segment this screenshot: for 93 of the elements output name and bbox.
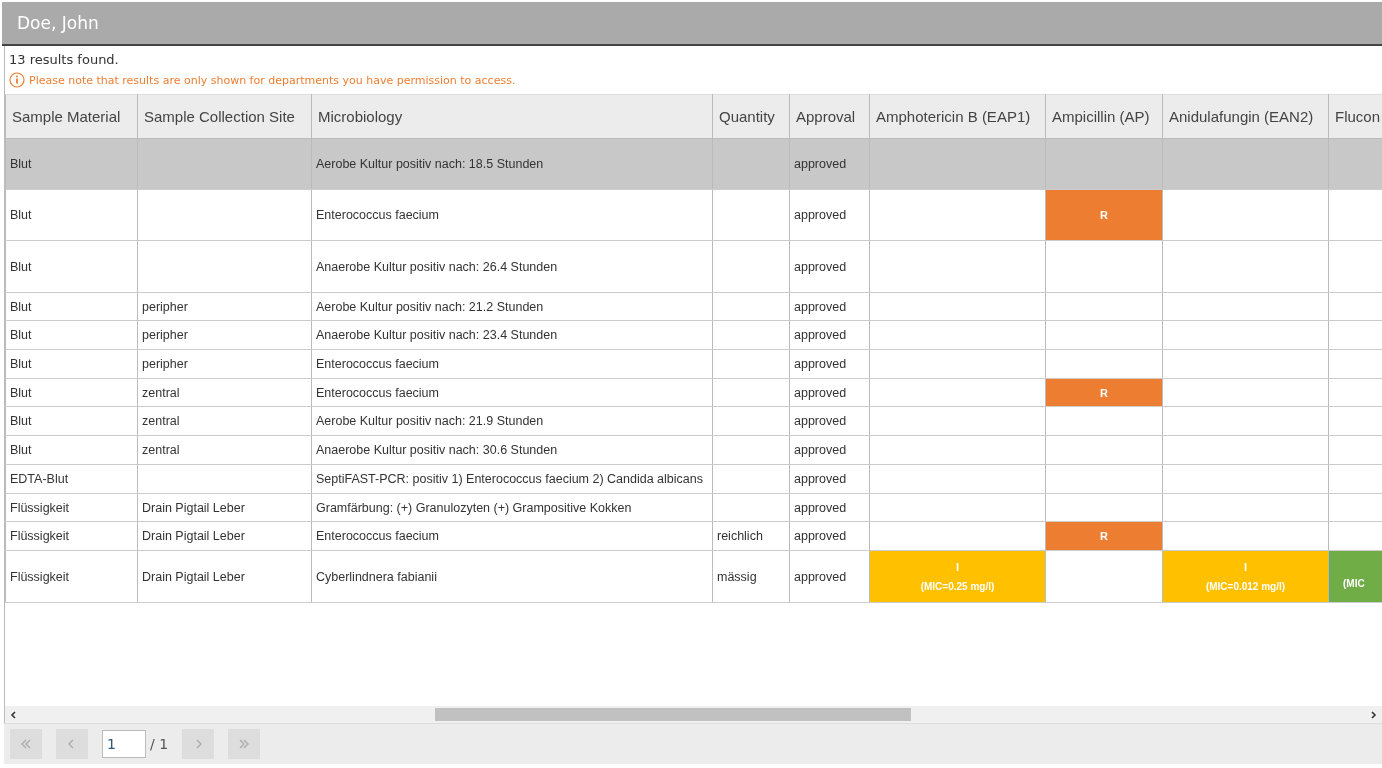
previous-page-button[interactable] [56,729,88,759]
table-row[interactable]: Blut peripher Anaerobe Kultur positiv nach: 23.4 Stunden approved [5,320,1382,350]
table-cell: Drain Pigtail Leber [137,550,312,603]
table-cell: Aerobe Kultur positiv nach: 21.2 Stunden [311,292,713,321]
table-cell: Blut [5,349,138,379]
page-title: Doe, John [16,12,99,33]
info-icon [9,72,25,88]
first-page-icon [20,738,32,750]
table-cell: Cyberlindnera fabianii [311,550,713,603]
column-header[interactable]: Flucon [1328,94,1382,139]
table-row[interactable]: Flüssigkeit Drain Pigtail Leber Gramfärbung: (+) Granulozyten (+) Grampositive Kokken approved [5,493,1382,522]
table-cell: Anaerobe Kultur positiv nach: 26.4 Stunden [311,240,713,293]
column-header[interactable]: Amphotericin B (EAP1) [869,94,1046,139]
table-row[interactable]: Flüssigkeit Drain Pigtail Leber Cyberlindnera fabianii mässig approved I (MIC=0.25 mg/l) I (MIC=0.012 mg/l) (MIC [5,550,1382,603]
table-cell: SeptiFAST-PCR: positiv 1) Enterococcus faecium 2) Candida albicans [311,464,713,494]
last-page-icon [238,738,251,750]
table-cell: peripher [137,349,312,379]
table-row[interactable]: Blut zentral Anaerobe Kultur positiv nach: 30.6 Stunden approved [5,435,1382,465]
table-row[interactable]: Blut peripher Enterococcus faecium approved [5,349,1382,379]
table-cell: Blut [5,292,138,321]
table-cell: approved [789,320,870,350]
scroll-right-icon[interactable] [1368,709,1378,720]
table-cell: Blut [5,189,138,241]
susceptibility-cell: R [1045,521,1163,551]
table-cell: EDTA-Blut [5,464,138,494]
table-cell: approved [789,464,870,494]
table-cell: approved [789,406,870,436]
column-header[interactable]: Ampicillin (AP) [1045,94,1163,139]
column-header[interactable]: Quantity [712,94,790,139]
table-cell: Flüssigkeit [5,493,138,522]
permission-notice: Please note that results are only shown for departments you have permission to access. [29,73,516,87]
table-cell: Aerobe Kultur positiv nach: 21.9 Stunden [311,406,713,436]
column-header[interactable]: Anidulafungin (EAN2) [1162,94,1329,139]
susceptibility-cell: (MIC [1328,550,1382,603]
table-cell: mässig [712,550,790,603]
last-page-button[interactable] [228,729,261,759]
table-cell: Flüssigkeit [5,521,138,551]
table-cell: zentral [137,406,312,436]
table-cell: Anaerobe Kultur positiv nach: 23.4 Stunden [311,320,713,350]
table-cell: Enterococcus faecium [311,349,713,379]
table-cell: Blut [5,138,138,190]
table-cell: approved [789,435,870,465]
table-cell: Aerobe Kultur positiv nach: 18.5 Stunden [311,138,713,190]
table-row[interactable]: Blut Aerobe Kultur positiv nach: 18.5 Stunden approved [5,138,1382,190]
table-cell: Blut [5,378,138,407]
table-cell: Blut [5,240,138,293]
page-total: / 1 [150,736,169,752]
susceptibility-cell: I (MIC=0.012 mg/l) [1162,550,1329,603]
column-header[interactable]: Approval [789,94,870,139]
result-count: 13 results found. [8,51,120,69]
table-row[interactable]: EDTA-Blut SeptiFAST-PCR: positiv 1) Enterococcus faecium 2) Candida albicans approved [5,464,1382,494]
table-cell: Drain Pigtail Leber [137,493,312,522]
table-cell: Blut [5,406,138,436]
column-header[interactable]: Microbiology [311,94,713,139]
susceptibility-cell: I (MIC=0.25 mg/l) [869,550,1046,603]
table-cell: reichlich [712,521,790,551]
susceptibility-cell: R [1045,189,1163,241]
horizontal-scrollbar[interactable] [4,706,1382,723]
table-row[interactable]: Flüssigkeit Drain Pigtail Leber Enterococcus faecium reichlich approved R [5,521,1382,551]
table-cell: approved [789,521,870,551]
table-cell: Enterococcus faecium [311,378,713,407]
table-cell: approved [789,292,870,321]
table-cell: Enterococcus faecium [311,521,713,551]
table-cell: zentral [137,435,312,465]
table-cell: Drain Pigtail Leber [137,521,312,551]
column-header[interactable]: Sample Collection Site [137,94,312,139]
next-page-button[interactable] [182,729,215,759]
table-cell: peripher [137,292,312,321]
table-cell: approved [789,189,870,241]
table-row[interactable]: Blut zentral Enterococcus faecium approved R [5,378,1382,407]
table-cell: approved [789,550,870,603]
table-cell: approved [789,493,870,522]
susceptibility-cell: R [1045,378,1163,407]
table-cell: Gramfärbung: (+) Granulozyten (+) Grampositive Kokken [311,493,713,522]
table-cell: Flüssigkeit [5,550,138,603]
table-cell: Blut [5,320,138,350]
table-row[interactable]: Blut zentral Aerobe Kultur positiv nach: 21.9 Stunden approved [5,406,1382,436]
table-cell: Anaerobe Kultur positiv nach: 30.6 Stunden [311,435,713,465]
table-row[interactable]: Blut peripher Aerobe Kultur positiv nach: 21.2 Stunden approved [5,292,1382,321]
table-cell: Blut [5,435,138,465]
table-cell: zentral [137,378,312,407]
first-page-button[interactable] [10,729,42,759]
scroll-left-icon[interactable] [9,709,19,720]
table-row[interactable]: Blut Enterococcus faecium approved R [5,189,1382,241]
table-row[interactable]: Blut Anaerobe Kultur positiv nach: 26.4 Stunden approved [5,240,1382,293]
page-number-field[interactable]: 1 [102,730,146,758]
column-header[interactable]: Sample Material [5,94,138,139]
table-cell: approved [789,138,870,190]
table-cell: Enterococcus faecium [311,189,713,241]
table-cell: approved [789,240,870,293]
table-cell: approved [789,378,870,407]
table-cell: peripher [137,320,312,350]
table-cell: approved [789,349,870,379]
